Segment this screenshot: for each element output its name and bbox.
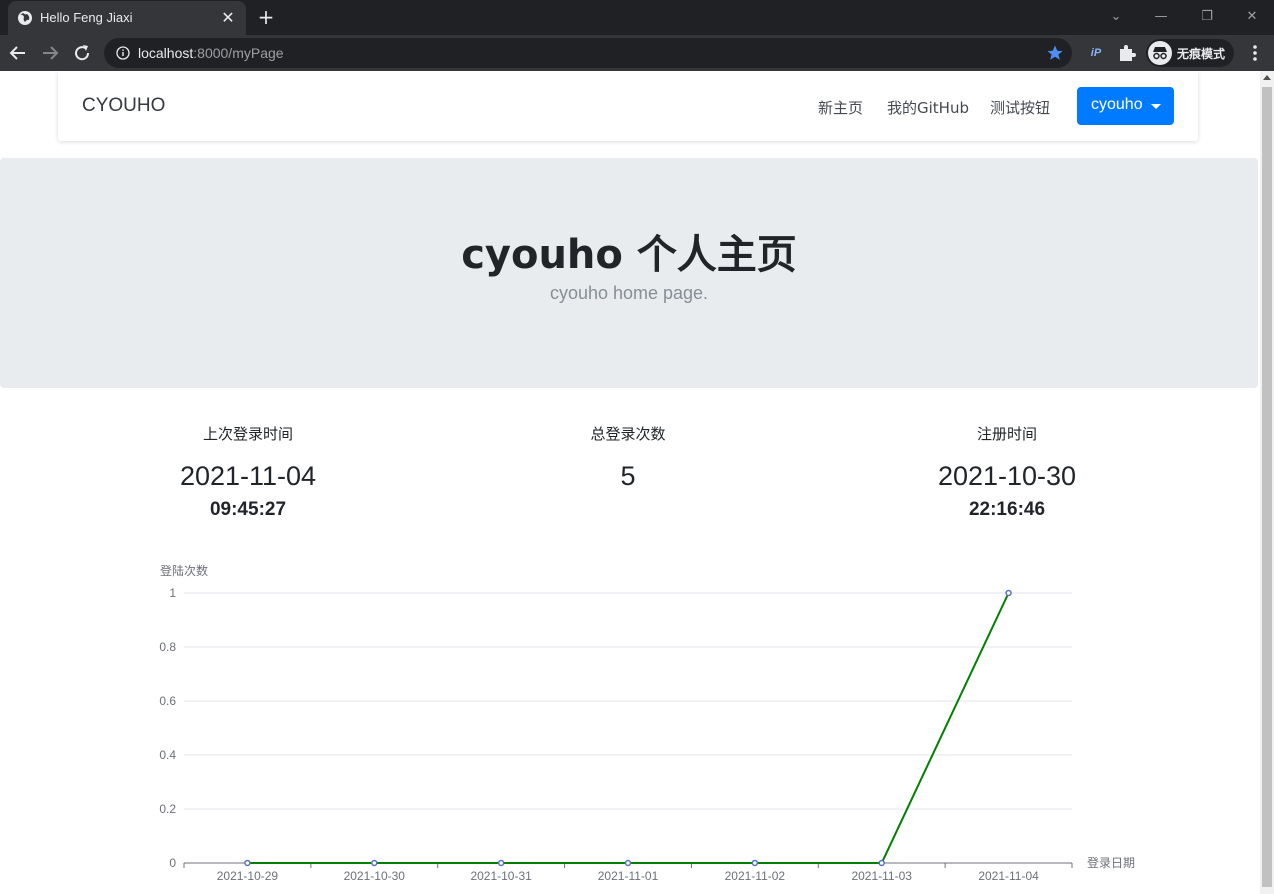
- restore-icon[interactable]: ❐: [1196, 7, 1218, 27]
- url-text: localhost:8000/myPage: [138, 45, 284, 61]
- nav-link-home[interactable]: 新主页: [818, 97, 863, 118]
- y-tick-label: 0.2: [159, 802, 176, 816]
- stat-login-count: 总登录次数 5: [478, 423, 778, 499]
- stat-register-time: 注册时间 2021-10-30 22:16:46: [857, 423, 1157, 521]
- x-tick-label: 2021-10-30: [344, 869, 406, 883]
- y-tick-label: 0: [169, 856, 176, 870]
- series-line: [247, 592, 1010, 864]
- browser-toolbar: localhost:8000/myPage iP 无痕模式: [0, 35, 1274, 71]
- nav-link-test[interactable]: 测试按钮: [990, 97, 1050, 118]
- nav-link-github[interactable]: 我的GitHub: [887, 97, 969, 118]
- x-tick-label: 2021-11-02: [725, 869, 786, 883]
- forward-arrow-icon[interactable]: [38, 41, 62, 65]
- y-tick-label: 0.8: [159, 640, 176, 654]
- user-dropdown-button[interactable]: cyouho: [1077, 87, 1174, 125]
- stat-sub: 09:45:27: [209, 499, 287, 520]
- stat-value: 5: [620, 461, 636, 491]
- browser-tab[interactable]: Hello Feng Jiaxi ✕: [8, 1, 246, 35]
- scroll-up-icon[interactable]: [1263, 75, 1271, 80]
- x-tick-label: 2021-10-31: [470, 869, 532, 883]
- back-arrow-icon[interactable]: [6, 41, 30, 65]
- login-chart: 0 0.2 0.4 0.6 0.8 1 2021-10-29 2021-10-30 2021-1…: [159, 563, 1135, 883]
- stat-last-login: 上次登录时间 2021-11-04 09:45:27: [98, 423, 398, 521]
- y-tick-label: 0.6: [159, 694, 176, 708]
- incognito-icon: [1148, 41, 1172, 65]
- page-scrollbar[interactable]: [1260, 71, 1274, 894]
- y-axis-label: 登陆次数: [160, 563, 208, 578]
- data-point: [497, 859, 505, 867]
- more-vertical-icon[interactable]: [1245, 43, 1265, 63]
- page-title: cyouho 个人主页: [461, 232, 797, 278]
- info-icon[interactable]: [116, 46, 130, 60]
- browser-tabbar: Hello Feng Jiaxi ✕ + ⌄ — ❐ ✕: [0, 0, 1274, 35]
- navbar-brand[interactable]: CYOUHO: [82, 95, 165, 117]
- url-path: :8000/myPage: [193, 45, 284, 61]
- stat-sub: 22:16:46: [968, 499, 1046, 520]
- scroll-thumb[interactable]: [1262, 87, 1272, 887]
- data-point: [1005, 589, 1012, 597]
- plus-icon[interactable]: +: [255, 6, 277, 28]
- incognito-label: 无痕模式: [1177, 47, 1226, 61]
- chevron-down-icon[interactable]: ⌄: [1105, 7, 1127, 27]
- data-point: [624, 859, 632, 867]
- x-tick-label: 2021-10-29: [217, 869, 279, 883]
- y-tick-label: 1: [169, 586, 176, 600]
- hero-banner: cyouho 个人主页 cyouho home page.: [0, 158, 1258, 388]
- stat-label: 总登录次数: [590, 425, 666, 443]
- x-tick-label: 2021-11-01: [598, 869, 659, 883]
- close-window-icon[interactable]: ✕: [1241, 7, 1263, 27]
- x-tick-label: 2021-11-03: [851, 869, 912, 883]
- stat-value: 2021-10-30: [937, 461, 1077, 491]
- user-dropdown-label: cyouho: [1091, 96, 1143, 113]
- data-point: [371, 859, 378, 867]
- reload-icon[interactable]: [70, 41, 94, 65]
- stat-label: 上次登录时间: [202, 425, 293, 443]
- stat-value: 2021-11-04: [179, 461, 317, 491]
- y-tick-label: 0.4: [159, 748, 176, 762]
- page-content: CYOUHO 新主页 我的GitHub 测试按钮 cyouho cyouho 个…: [0, 71, 1260, 894]
- url-host: localhost: [138, 45, 194, 61]
- caret-down-icon: [1151, 104, 1161, 109]
- star-icon[interactable]: [1046, 44, 1064, 62]
- incognito-badge[interactable]: 无痕模式: [1146, 39, 1234, 67]
- x-tick-label: 2021-11-04: [978, 869, 1039, 883]
- ip-extension-icon[interactable]: iP: [1086, 43, 1106, 63]
- stat-label: 注册时间: [976, 425, 1037, 443]
- page-subtitle: cyouho home page.: [549, 283, 709, 303]
- x-axis-label: 登录日期: [1087, 855, 1135, 870]
- data-point: [244, 859, 251, 867]
- tab-title: Hello Feng Jiaxi: [40, 10, 133, 25]
- data-point: [878, 859, 885, 867]
- address-bar[interactable]: localhost:8000/myPage: [104, 38, 1072, 68]
- globe-icon: [18, 11, 32, 25]
- data-point: [751, 859, 759, 867]
- close-icon[interactable]: ✕: [218, 8, 238, 28]
- site-navbar: CYOUHO 新主页 我的GitHub 测试按钮 cyouho: [58, 71, 1198, 141]
- minimize-icon[interactable]: —: [1150, 7, 1172, 27]
- puzzle-icon[interactable]: [1117, 43, 1137, 63]
